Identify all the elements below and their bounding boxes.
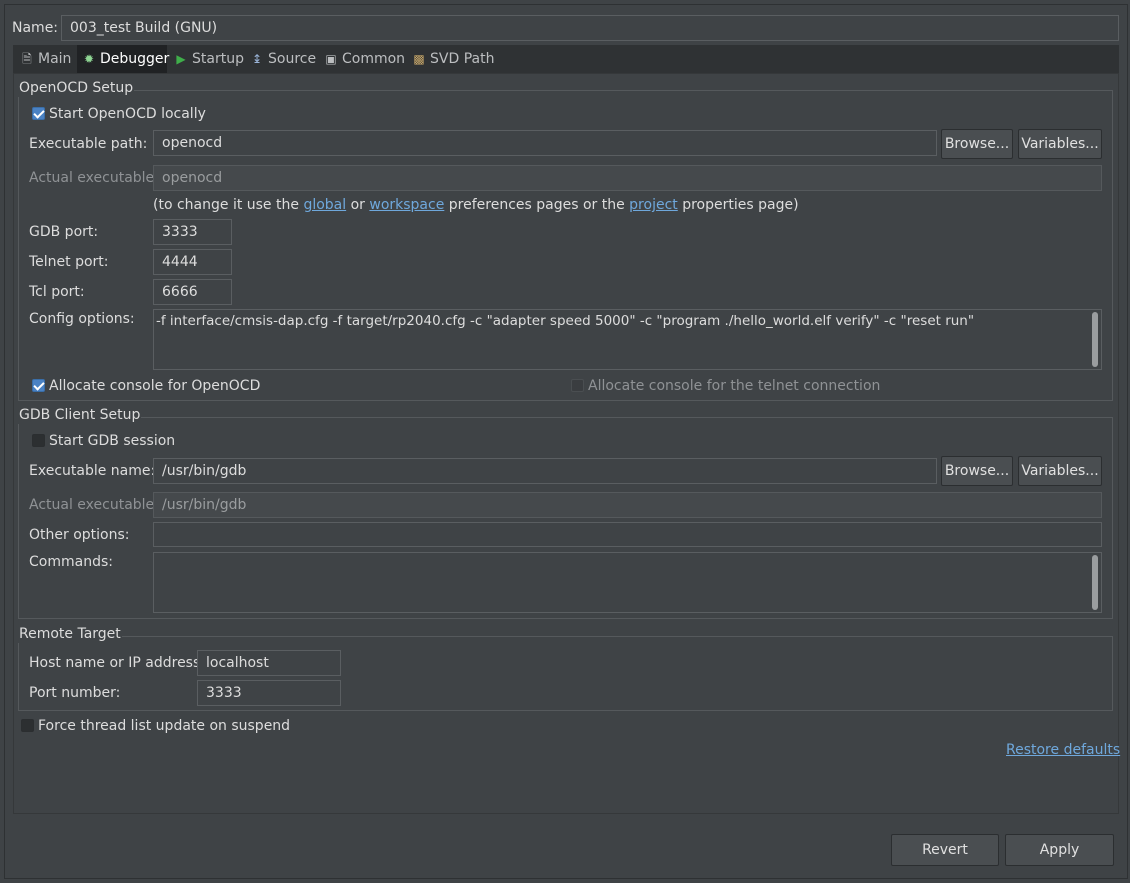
gdb-group-title: GDB Client Setup <box>18 406 142 424</box>
config-options-textarea[interactable]: -f interface/cmsis-dap.cfg -f target/rp2… <box>153 309 1102 370</box>
commands-label: Commands: <box>29 554 113 570</box>
project-link[interactable]: project <box>629 197 678 213</box>
openocd-exe-label: Executable path: <box>29 136 148 152</box>
tcl-port-label: Tcl port: <box>29 284 85 300</box>
remote-target-group <box>18 636 1113 711</box>
remote-target-title: Remote Target <box>18 625 122 643</box>
gdb-port-input[interactable]: 3333 <box>153 219 232 245</box>
port-number-input[interactable]: 3333 <box>197 680 341 706</box>
config-options-scrollbar[interactable] <box>1092 312 1098 367</box>
force-thread-checkbox[interactable] <box>21 719 34 732</box>
port-number-label: Port number: <box>29 685 121 701</box>
config-options-label: Config options: <box>29 311 135 327</box>
apply-button[interactable]: Apply <box>1005 834 1114 866</box>
telnet-port-label: Telnet port: <box>29 254 109 270</box>
gdb-browse-button[interactable]: Browse... <box>941 456 1013 486</box>
start-gdb-checkbox[interactable] <box>32 434 45 447</box>
commands-scrollbar[interactable] <box>1092 555 1098 610</box>
start-openocd-checkbox[interactable] <box>32 107 45 120</box>
other-options-input[interactable] <box>153 522 1102 547</box>
tree-icon: ▩ <box>413 52 425 66</box>
gdb-port-label: GDB port: <box>29 224 99 240</box>
play-icon: ▶ <box>176 52 186 66</box>
tab-common[interactable]: ▣ Common <box>319 45 407 73</box>
tab-svd-path[interactable]: ▩ SVD Path <box>407 45 497 73</box>
alloc-telnet-label: Allocate console for the telnet connecti… <box>588 378 881 394</box>
workspace-link[interactable]: workspace <box>369 197 444 213</box>
openocd-group-title: OpenOCD Setup <box>18 79 135 97</box>
commands-textarea[interactable] <box>153 552 1102 613</box>
bug-icon: ✹ <box>83 52 95 66</box>
alloc-telnet-checkbox[interactable] <box>571 379 584 392</box>
gdb-actual-input: /usr/bin/gdb <box>153 492 1102 518</box>
openocd-actual-input: openocd <box>153 165 1102 191</box>
tab-startup[interactable]: ▶ Startup <box>169 45 245 73</box>
window-icon: ▣ <box>325 52 337 66</box>
tab-source[interactable]: ↨ Source <box>245 45 317 73</box>
alloc-console-label: Allocate console for OpenOCD <box>49 378 261 394</box>
source-icon: ↨ <box>251 52 263 66</box>
restore-defaults-link[interactable]: Restore defaults <box>1006 741 1120 759</box>
openocd-actual-label: Actual executable: <box>29 170 159 186</box>
telnet-port-input[interactable]: 4444 <box>153 249 232 275</box>
openocd-variables-button[interactable]: Variables... <box>1018 129 1102 159</box>
gdb-exe-label: Executable name: <box>29 463 156 479</box>
alloc-console-checkbox[interactable] <box>32 379 45 392</box>
other-options-label: Other options: <box>29 527 130 543</box>
name-input[interactable]: 003_test Build (GNU) <box>61 15 1119 41</box>
tab-main[interactable]: 🗎 Main <box>15 45 77 73</box>
gdb-exe-input[interactable]: /usr/bin/gdb <box>153 458 937 484</box>
preferences-hint: (to change it use the global or workspac… <box>153 197 799 213</box>
openocd-browse-button[interactable]: Browse... <box>941 129 1013 159</box>
tab-debugger[interactable]: ✹ Debugger <box>77 45 169 73</box>
name-label: Name: <box>12 20 59 36</box>
start-openocd-label: Start OpenOCD locally <box>49 106 206 122</box>
page-icon: 🗎 <box>22 52 32 66</box>
revert-button[interactable]: Revert <box>891 834 999 866</box>
host-label: Host name or IP address: <box>29 655 205 671</box>
force-thread-label: Force thread list update on suspend <box>38 718 291 734</box>
gdb-variables-button[interactable]: Variables... <box>1018 456 1102 486</box>
openocd-exe-input[interactable]: openocd <box>153 130 937 156</box>
global-link[interactable]: global <box>303 197 346 213</box>
gdb-actual-label: Actual executable: <box>29 497 159 513</box>
tcl-port-input[interactable]: 6666 <box>153 279 232 305</box>
tab-bar: 🗎 Main ✹ Debugger ▶ Startup ↨ Source ▣ Common… <box>13 45 1119 73</box>
start-gdb-label: Start GDB session <box>49 433 176 449</box>
host-input[interactable]: localhost <box>197 650 341 676</box>
